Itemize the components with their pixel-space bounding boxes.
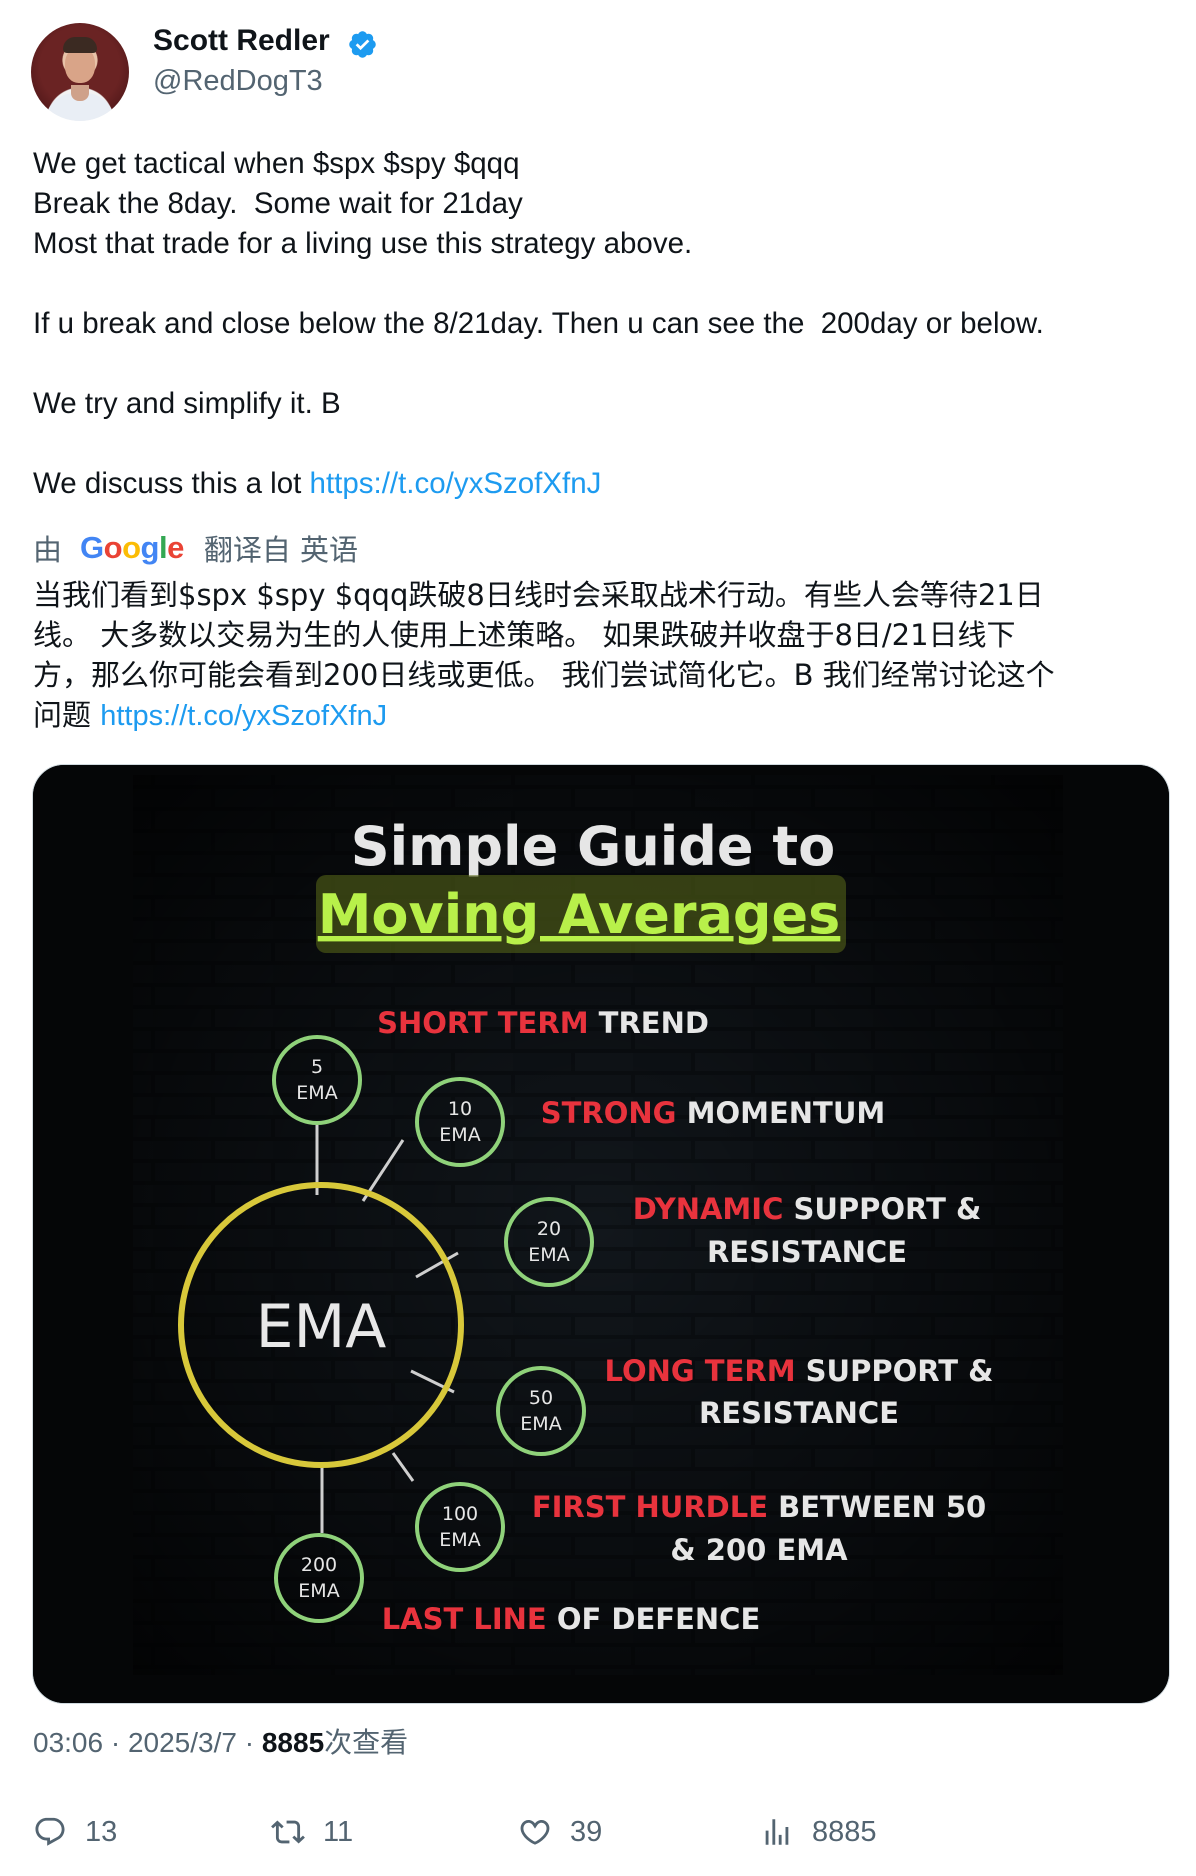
avatar-neck [71,85,89,101]
avatar[interactable] [31,23,129,121]
meta-separator: · [236,1727,262,1758]
desc-strong-momentum: STRONG MOMENTUM [541,1096,885,1130]
node-20-unit: EMA [528,1244,569,1266]
desc-dynamic-line2: RESISTANCE [707,1235,907,1269]
avatar-hair [63,37,97,53]
tweet-line: Break the 8day. Some wait for 21day [33,187,523,220]
tweet-text: We get tactical when $spx $spy $qqq Brea… [33,144,1173,504]
node-200-unit: EMA [298,1580,339,1602]
author-name[interactable]: Scott Redler [153,24,330,58]
tweet-line: Most that trade for a living use this st… [33,227,693,260]
translated-from-label[interactable]: 翻译自 英语 [204,527,358,569]
action-bar: 13 11 39 8885 [0,1810,1196,1854]
desc-first-hurdle-line2: & 200 EMA [670,1533,848,1567]
tweet-time[interactable]: 03:06 [33,1727,103,1758]
tweet-line: If u break and close below the 8/21day. … [33,307,1044,340]
node-10-unit: EMA [439,1124,480,1146]
desc-last-line: LAST LINE OF DEFENCE [382,1602,761,1636]
desc-long-term-line2: RESISTANCE [699,1396,899,1430]
node-200-number: 200 [301,1554,337,1576]
like-button[interactable]: 39 [518,1810,602,1854]
tweet-link[interactable]: https://t.co/yxSzofXfnJ [310,467,602,500]
desc-dynamic-line1: DYNAMIC SUPPORT & [633,1192,982,1226]
view-count-label: 次查看 [324,1726,409,1759]
desc-long-term-line1: LONG TERM SUPPORT & [605,1354,994,1388]
desc-first-hurdle-line1: FIRST HURDLE BETWEEN 50 [532,1490,986,1524]
tweet-line: We get tactical when $spx $spy $qqq [33,147,520,180]
translated-line-with-link: 问题 https://t.co/yxSzofXfnJ [33,695,1183,735]
ema-infographic: Simple Guide to Moving Averages EMA 5 EM… [33,765,1169,1703]
reply-icon [35,1817,65,1846]
retweet-icon [271,1820,305,1844]
node-20-number: 20 [537,1218,561,1240]
translated-line: 当我们看到$spx $spy $qqq跌破8日线时会采取战术行动。有些人会等待2… [33,578,1044,612]
node-10-number: 10 [448,1098,472,1120]
meta-separator: · [103,1727,128,1758]
tweet-line: We try and simplify it. B [33,387,341,420]
translated-by-label: 由 [33,533,63,567]
ema-center-label: EMA [256,1292,387,1362]
translated-text: 当我们看到$spx $spy $qqq跌破8日线时会采取战术行动。有些人会等待2… [33,575,1183,735]
author-handle[interactable]: @RedDogT3 [153,65,323,98]
tweet-line-prefix: We discuss this a lot [33,467,310,500]
translated-line-prefix: 问题 [33,698,101,732]
retweet-button[interactable]: 11 [271,1810,353,1854]
tweet-line-with-link: We discuss this a lot https://t.co/yxSzo… [33,464,1173,504]
reply-button[interactable]: 13 [33,1810,117,1854]
infographic-title-line2: Moving Averages [318,883,841,946]
tweet-image[interactable]: Simple Guide to Moving Averages EMA 5 EM… [32,764,1170,1704]
node-100-unit: EMA [439,1529,480,1551]
tweet-date[interactable]: 2025/3/7 [128,1727,237,1758]
translated-line: 方，那么你可能会看到200日线或更低。 我们尝试简化它。B 我们经常讨论这个 [33,658,1055,692]
infographic-title-line1: Simple Guide to [351,815,836,878]
view-count: 8885 [261,1727,325,1758]
translation-attribution: 由 Google 翻译自 英语 [33,528,358,568]
verified-badge-icon [349,31,376,58]
tweet-timestamp[interactable]: 03:06 · 2025/3/7 · 8885次查看 [33,1723,408,1763]
reply-count: 13 [85,1815,118,1848]
node-50-unit: EMA [520,1413,561,1435]
translated-line: 线。 大多数以交易为生的人使用上述策略。 如果跌破并收盘于8日/21日线下 [33,618,1016,652]
translated-link[interactable]: https://t.co/yxSzofXfnJ [100,700,387,732]
node-5-number: 5 [311,1056,323,1078]
views-button[interactable]: 8885 [760,1810,877,1854]
node-100-number: 100 [442,1503,478,1525]
retweet-count: 11 [323,1815,354,1848]
node-5-unit: EMA [296,1082,337,1104]
desc-short-term: SHORT TERM TREND [377,1006,709,1040]
google-logo: Google [80,530,184,565]
like-count: 39 [570,1815,603,1848]
views-count: 8885 [812,1815,877,1848]
heart-icon [520,1819,550,1845]
analytics-icon [765,1819,789,1845]
node-50-number: 50 [529,1387,553,1409]
